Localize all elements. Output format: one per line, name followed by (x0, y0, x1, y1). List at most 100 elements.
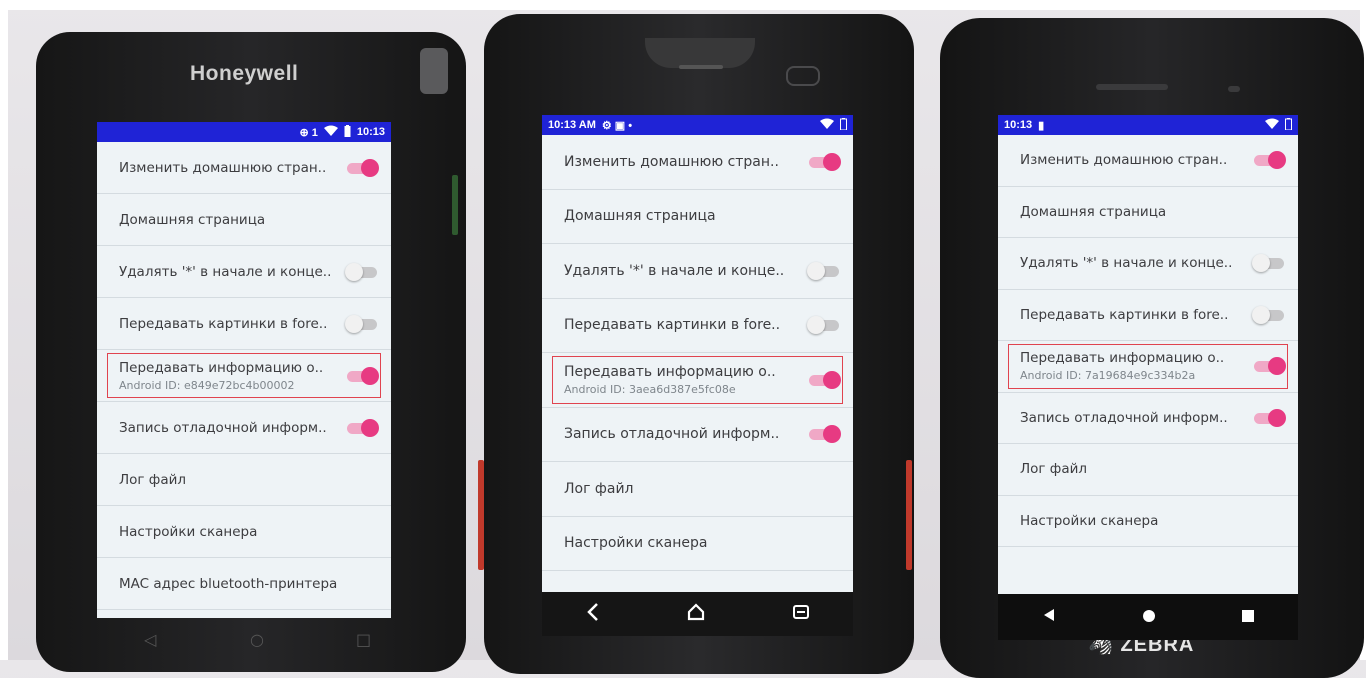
settings-row-text: Передавать картинки в fore.. (1020, 307, 1252, 323)
settings-row-text: Передавать картинки в fore.. (119, 316, 345, 332)
settings-row[interactable]: Изменить домашнюю стран.. (542, 135, 853, 190)
toggle-track (809, 374, 839, 386)
toggle-thumb (1252, 254, 1270, 273)
wifi-icon (323, 125, 338, 139)
settings-row[interactable]: Запись отладочной информ.. (542, 408, 853, 462)
settings-row[interactable]: Удалять '*' в начале и конце.. (998, 238, 1298, 290)
back-icon[interactable]: ◁ (144, 630, 156, 649)
settings-row-text: Передавать информацию о.. Android ID: e84… (119, 360, 345, 392)
toggle-switch[interactable] (807, 370, 841, 390)
settings-row-title: Запись отладочной информ.. (564, 426, 780, 443)
settings-row-title: Удалять '*' в начале и конце.. (564, 262, 785, 279)
settings-row[interactable]: Передавать информацию о.. Android ID: 7a1… (998, 341, 1298, 393)
toggle-switch[interactable] (1252, 150, 1286, 170)
side-scan-button-left (478, 460, 484, 570)
recents-icon[interactable] (1241, 607, 1255, 628)
settings-row[interactable]: Настройки сканера (97, 506, 391, 558)
settings-list: Изменить домашнюю стран.. Домашняя страни… (998, 135, 1298, 547)
recents-icon[interactable] (792, 603, 810, 626)
side-scan-button-right (906, 460, 912, 570)
settings-row-title: Лог файл (119, 471, 187, 488)
toggle-switch[interactable] (345, 158, 379, 178)
photo-border-left (0, 0, 8, 660)
settings-row-title: Настройки сканера (119, 523, 258, 540)
android-id-subtitle: Android ID: e849e72bc4b00002 (119, 378, 295, 392)
toggle-switch[interactable] (807, 424, 841, 444)
earpiece (1096, 84, 1168, 90)
settings-row-title: MAC адрес bluetooth-принтера (119, 575, 338, 592)
settings-row-text: Изменить домашнюю стран.. (564, 154, 807, 170)
settings-row-text: Лог файл (564, 481, 845, 497)
settings-row[interactable]: Лог файл (998, 444, 1298, 496)
photo-border-top (0, 0, 1366, 10)
settings-row[interactable]: Передавать картинки в fore.. (97, 298, 391, 350)
toggle-thumb (1268, 408, 1286, 427)
settings-row-title: Домашняя страница (119, 211, 266, 228)
toggle-thumb (823, 370, 841, 389)
home-icon[interactable] (686, 602, 706, 627)
settings-row[interactable]: Домашняя страница (97, 194, 391, 246)
home-icon[interactable] (1142, 607, 1156, 628)
settings-row[interactable]: Удалять '*' в начале и конце.. (542, 244, 853, 299)
settings-row[interactable]: Запись отладочной информ.. (998, 393, 1298, 444)
toggle-switch[interactable] (807, 315, 841, 335)
settings-row[interactable]: Передавать картинки в fore.. (998, 290, 1298, 341)
settings-row[interactable]: Удалять '*' в начале и конце.. (97, 246, 391, 298)
settings-row-title: Домашняя страница (1020, 203, 1167, 220)
back-icon[interactable] (1041, 607, 1057, 628)
toggle-switch[interactable] (345, 418, 379, 438)
settings-row-title: Лог файл (1020, 461, 1088, 478)
settings-row-text: Лог файл (119, 472, 383, 488)
recents-icon[interactable]: □ (356, 630, 371, 649)
home-icon[interactable]: ○ (250, 630, 264, 649)
settings-row-title: Изменить домашнюю стран.. (564, 153, 779, 170)
settings-row-text: MAC адрес bluetooth-принтера (119, 576, 383, 592)
settings-row[interactable]: Настройки сканера (542, 517, 853, 571)
status-bar: 10:13 ▮ (998, 115, 1298, 135)
toggle-track (1254, 361, 1284, 373)
settings-row[interactable]: Передавать информацию о.. Android ID: e84… (97, 350, 391, 402)
nav-bar (998, 594, 1298, 640)
settings-row-text: Передавать картинки в fore.. (564, 317, 807, 333)
toggle-switch[interactable] (345, 366, 379, 386)
toggle-thumb (1252, 305, 1270, 324)
settings-row[interactable]: Лог файл (97, 454, 391, 506)
settings-row[interactable]: Передавать картинки в fore.. (542, 299, 853, 353)
toggle-switch[interactable] (345, 314, 379, 334)
toggle-switch[interactable] (1252, 356, 1286, 376)
status-bar: ⊕ 1 10:13 (97, 122, 391, 142)
android-id-subtitle: Android ID: 7a19684e9c334b2a (1020, 369, 1196, 383)
clock: 10:13 (356, 126, 385, 138)
clock: 10:13 (1004, 119, 1033, 131)
toggle-switch[interactable] (345, 262, 379, 282)
toggle-switch[interactable] (1252, 253, 1286, 273)
settings-row-title: Запись отладочной информ.. (1020, 409, 1228, 426)
settings-row[interactable]: Запись отладочной информ.. (97, 402, 391, 454)
settings-row-title: Передавать картинки в fore.. (1020, 306, 1229, 323)
back-icon[interactable] (585, 602, 601, 627)
front-camera (786, 66, 820, 86)
settings-row-text: Изменить домашнюю стран.. (1020, 152, 1252, 168)
settings-row[interactable]: Лог файл (542, 462, 853, 517)
settings-row-text: Настройки сканера (1020, 513, 1290, 529)
settings-row[interactable]: Домашняя страница (998, 187, 1298, 238)
settings-row-text: Удалять '*' в начале и конце.. (1020, 255, 1252, 271)
toggle-switch[interactable] (807, 152, 841, 172)
toggle-switch[interactable] (807, 261, 841, 281)
toggle-thumb (345, 262, 363, 281)
settings-row[interactable]: Изменить домашнюю стран.. (998, 135, 1298, 187)
battery-icon (840, 117, 847, 133)
settings-row[interactable]: Домашняя страница (542, 190, 853, 244)
settings-row[interactable]: MAC адрес bluetooth-принтера (97, 558, 391, 610)
toggle-switch[interactable] (1252, 305, 1286, 325)
settings-row-text: Передавать информацию о.. Android ID: 7a1… (1020, 350, 1252, 382)
nav-bar (542, 592, 853, 636)
settings-row[interactable]: Изменить домашнюю стран.. (97, 142, 391, 194)
wifi-icon (1265, 118, 1279, 132)
settings-row[interactable]: Передавать информацию о.. Android ID: 3ae… (542, 353, 853, 408)
status-glyphs: ▮ (1038, 119, 1045, 132)
toggle-switch[interactable] (1252, 408, 1286, 428)
settings-row[interactable]: Настройки сканера (998, 496, 1298, 547)
settings-row-title: Настройки сканера (1020, 512, 1159, 529)
screen-honeywell: ⊕ 1 10:13 Изменить домашнюю стран.. Домаш… (97, 122, 391, 618)
